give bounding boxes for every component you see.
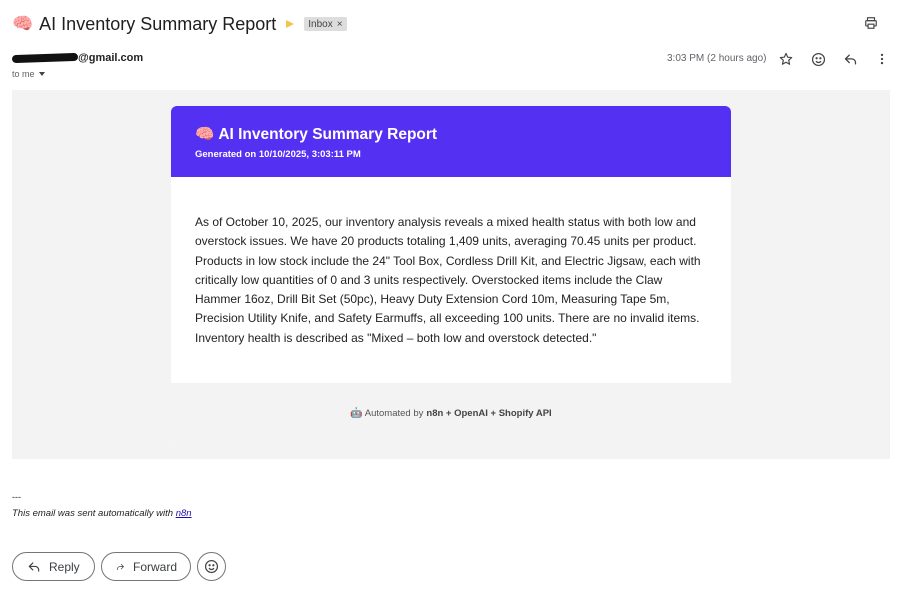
star-button[interactable] <box>776 49 796 69</box>
forward-button[interactable]: Forward <box>101 552 191 581</box>
report-card: 🧠 AI Inventory Summary Report Generated … <box>171 106 731 443</box>
robot-emoji-icon: 🤖 <box>350 407 363 419</box>
brain-emoji-icon: 🧠 <box>12 14 34 33</box>
forward-label: Forward <box>132 559 177 574</box>
report-body: As of October 10, 2025, our inventory an… <box>171 177 731 383</box>
forward-icon <box>117 563 124 570</box>
reaction-button[interactable] <box>197 552 226 581</box>
reply-button[interactable]: Reply <box>12 552 95 581</box>
message-actions: Reply Forward <box>12 552 226 581</box>
footer-prefix: Automated by <box>364 407 424 419</box>
recipient-details-toggle[interactable]: to me <box>12 69 45 79</box>
add-reaction-button[interactable] <box>808 49 828 69</box>
n8n-link[interactable]: n8n <box>176 508 192 519</box>
recipient-label: to me <box>12 69 35 79</box>
emoji-icon <box>204 559 219 574</box>
reply-icon <box>28 561 40 572</box>
importance-marker-icon[interactable] <box>286 19 296 29</box>
footer-tech-stack: n8n + OpenAI + Shopify API <box>426 407 552 419</box>
email-view: 🧠 AI Inventory Summary Report Inbox × @g… <box>0 0 899 589</box>
report-summary-text: As of October 10, 2025, our inventory an… <box>195 215 701 345</box>
report-title: 🧠 AI Inventory Summary Report <box>195 125 707 144</box>
sender-address[interactable]: @gmail.com <box>11 52 144 64</box>
chevron-down-icon <box>38 72 45 76</box>
signature-separator: --- <box>12 492 21 502</box>
report-footer: 🤖 Automated by n8n + OpenAI + Shopify AP… <box>171 383 731 443</box>
signature-text: This email was sent automatically with <box>12 508 174 519</box>
report-generated-date: Generated on 10/10/2025, 3:03:11 PM <box>195 149 361 160</box>
email-body-area: 🧠 AI Inventory Summary Report Generated … <box>12 90 890 459</box>
print-icon <box>865 17 877 29</box>
star-icon <box>779 52 793 65</box>
subject-row: 🧠 AI Inventory Summary Report Inbox × <box>12 11 889 37</box>
report-header: 🧠 AI Inventory Summary Report Generated … <box>171 106 731 177</box>
reply-icon <box>844 54 856 64</box>
reply-header-button[interactable] <box>840 49 860 69</box>
inbox-label-text: Inbox <box>308 18 333 30</box>
more-vert-icon <box>880 53 884 65</box>
sender-email-suffix: @gmail.com <box>78 52 144 64</box>
signature-line: This email was sent automatically with n… <box>12 508 192 519</box>
emoji-icon <box>811 52 825 66</box>
email-subject: AI Inventory Summary Report <box>39 13 277 34</box>
remove-label-button[interactable]: × <box>337 19 343 30</box>
email-timestamp: 3:03 PM (2 hours ago) <box>667 53 767 64</box>
reply-label: Reply <box>49 559 80 574</box>
more-options-button[interactable] <box>872 49 892 69</box>
print-button[interactable] <box>861 13 881 33</box>
report-title-text: AI Inventory Summary Report <box>218 125 438 143</box>
inbox-label-chip[interactable]: Inbox × <box>304 17 347 31</box>
brain-emoji-icon: 🧠 <box>195 126 215 143</box>
redacted-sender-name <box>11 52 79 64</box>
